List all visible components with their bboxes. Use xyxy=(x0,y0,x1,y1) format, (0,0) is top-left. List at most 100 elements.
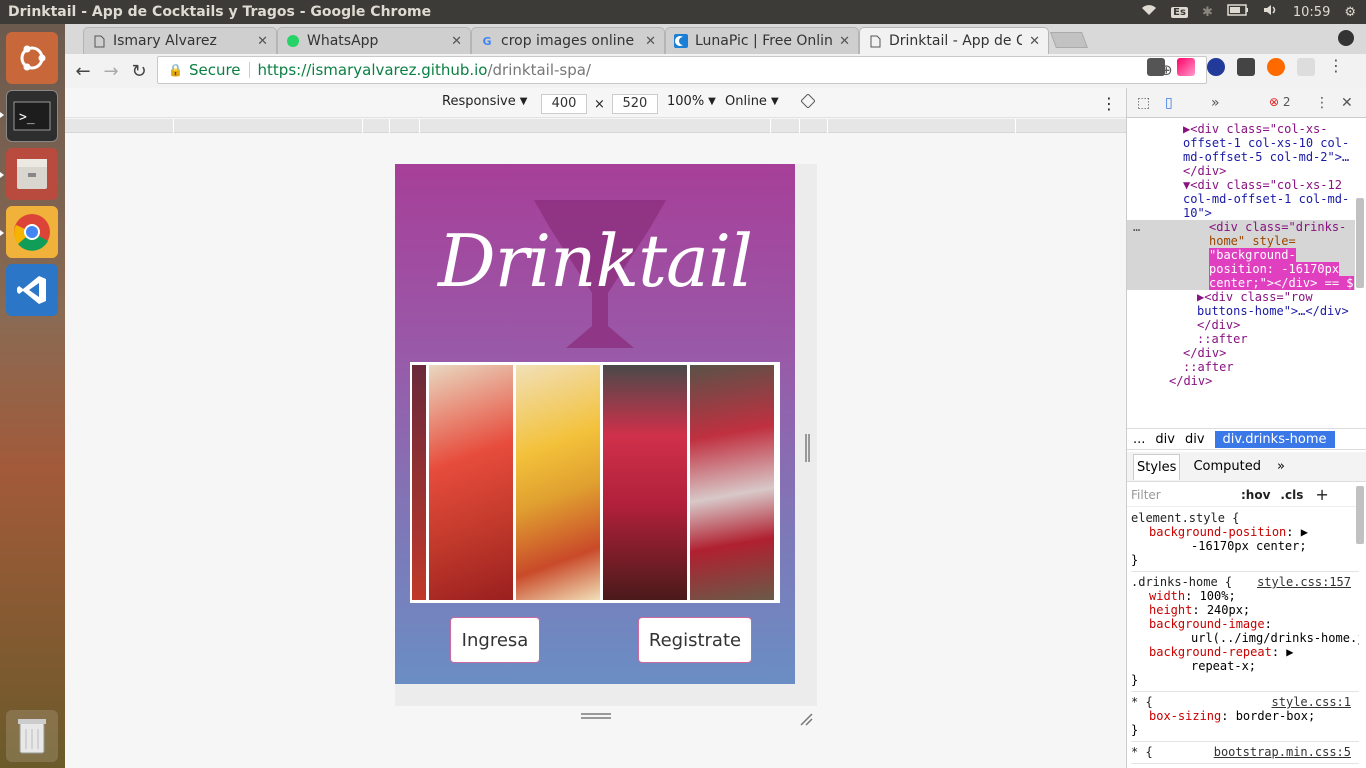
css-value[interactable]: url(../img/drinks-home.jpg); xyxy=(1131,631,1359,645)
dom-node-line[interactable]: </div> xyxy=(1127,374,1355,388)
dom-node-line[interactable]: col-md-offset-1 col-md- xyxy=(1127,192,1355,206)
keyboard-layout-indicator[interactable]: Es xyxy=(1171,6,1188,18)
filter-input[interactable]: Filter xyxy=(1131,488,1241,502)
network-select[interactable]: Online ▼ xyxy=(725,94,779,109)
close-icon[interactable]: ✕ xyxy=(451,34,462,49)
new-tab-button[interactable] xyxy=(1050,32,1088,48)
css-declaration[interactable]: background-position: ▶ xyxy=(1131,525,1359,539)
profile-icon[interactable] xyxy=(1338,30,1354,46)
css-declaration[interactable]: background-repeat: ▶ xyxy=(1131,645,1359,659)
terminal-icon[interactable]: >_ xyxy=(6,90,58,142)
tab-whatsapp[interactable]: WhatsApp ✕ xyxy=(277,27,471,54)
back-arrow-icon[interactable]: ← xyxy=(69,57,97,85)
battery-icon[interactable] xyxy=(1227,4,1249,20)
dom-node-line[interactable]: ::after xyxy=(1127,332,1355,346)
rule-source-link[interactable]: bootstrap.min.css:5 xyxy=(1214,745,1351,759)
css-rule[interactable]: element.style { background-position: ▶ -… xyxy=(1131,508,1359,572)
volume-icon[interactable] xyxy=(1263,4,1279,20)
device-select[interactable]: Responsive ▼ xyxy=(442,94,527,109)
dom-node-line[interactable]: buttons-home">…</div> xyxy=(1127,304,1355,318)
hov-toggle[interactable]: :hov xyxy=(1241,488,1270,502)
dom-node-line[interactable]: ▶<div class="row xyxy=(1127,290,1355,304)
grey-extension-icon[interactable] xyxy=(1297,58,1315,76)
dom-node-line[interactable]: </div> xyxy=(1127,318,1355,332)
height-input[interactable]: 520 xyxy=(611,94,658,114)
css-rule[interactable]: * { style.css:1 box-sizing: border-box; … xyxy=(1131,692,1359,742)
url-host[interactable]: https://ismaryalvarez.github.io xyxy=(258,61,488,79)
css-value[interactable]: -16170px center; xyxy=(1131,539,1359,553)
error-count[interactable]: ⊗ 2 xyxy=(1269,95,1291,109)
breadcrumb-item[interactable]: div xyxy=(1185,432,1205,447)
css-value[interactable]: repeat-x; xyxy=(1131,659,1359,673)
ubuntu-dash-icon[interactable] xyxy=(6,32,58,84)
zoom-select[interactable]: 100% ▼ xyxy=(667,94,716,109)
close-icon[interactable]: ✕ xyxy=(257,34,268,49)
dom-node-line[interactable]: ▼<div class="col-xs-12 xyxy=(1127,178,1355,192)
breadcrumb-item[interactable]: div xyxy=(1155,432,1175,447)
tab-crop-images[interactable]: G crop images online ✕ xyxy=(471,27,665,54)
css-declaration[interactable]: background-image: xyxy=(1131,617,1359,631)
breadcrumb-item[interactable]: ... xyxy=(1133,432,1145,447)
dom-node-line[interactable]: md-offset-5 col-md-2">… xyxy=(1127,150,1355,164)
color-extension-icon[interactable] xyxy=(1177,58,1195,76)
device-toggle-icon[interactable]: ▯ xyxy=(1165,95,1173,111)
chrome-menu-icon[interactable]: ⋮ xyxy=(1327,58,1345,76)
trash-icon[interactable] xyxy=(6,710,58,762)
selected-dom-node[interactable]: … <div class="drinks- home" style= "back… xyxy=(1127,220,1355,290)
close-icon[interactable]: ✕ xyxy=(1029,34,1040,49)
vscode-icon[interactable] xyxy=(6,264,58,316)
register-button[interactable]: Registrate xyxy=(638,617,752,663)
wifi-icon[interactable] xyxy=(1141,4,1157,20)
eyedropper-extension-icon[interactable] xyxy=(1147,58,1165,76)
elements-scrollbar[interactable] xyxy=(1356,198,1364,288)
media-query-ruler[interactable] xyxy=(65,119,1126,133)
rule-source-link[interactable]: style.css:157 xyxy=(1257,575,1351,589)
files-icon[interactable] xyxy=(6,148,58,200)
inspect-element-icon[interactable]: ⬚ xyxy=(1137,95,1150,111)
breadcrumb-item-current[interactable]: div.drinks-home xyxy=(1214,430,1335,448)
close-icon[interactable]: ✕ xyxy=(839,34,850,49)
dom-node-line[interactable]: </div> xyxy=(1127,164,1355,178)
close-icon[interactable]: ✕ xyxy=(1341,95,1353,111)
vpn-extension-icon[interactable] xyxy=(1207,58,1225,76)
lock-icon[interactable]: 🔒 xyxy=(168,63,183,77)
chrome-icon[interactable] xyxy=(6,206,58,258)
resize-handle-right[interactable] xyxy=(805,434,810,462)
dom-node-line[interactable]: offset-1 col-xs-10 col- xyxy=(1127,136,1355,150)
dom-node-line[interactable]: </div> xyxy=(1127,346,1355,360)
add-rule-icon[interactable]: + xyxy=(1315,485,1328,504)
login-button[interactable]: Ingresa xyxy=(450,617,540,663)
more-options-icon[interactable]: ⋮ xyxy=(1101,94,1117,113)
css-declaration[interactable]: height: 240px; xyxy=(1131,603,1359,617)
tab-styles[interactable]: Styles xyxy=(1133,453,1181,480)
more-panels-icon[interactable]: » xyxy=(1211,95,1220,111)
tab-drinktail[interactable]: Drinktail - App de C ✕ xyxy=(859,27,1049,54)
address-bar[interactable]: 🔒 Secure https://ismaryalvarez.github.io… xyxy=(157,56,1207,84)
tab-computed[interactable]: Computed xyxy=(1190,454,1264,479)
css-rule[interactable]: .drinks-home { style.css:157 width: 100%… xyxy=(1131,572,1359,692)
tab-lunapic[interactable]: LunaPic | Free Onlin ✕ xyxy=(665,27,859,54)
orange-extension-icon[interactable] xyxy=(1267,58,1285,76)
rule-source-link[interactable]: style.css:1 xyxy=(1272,695,1351,709)
more-tabs-icon[interactable]: » xyxy=(1274,454,1288,479)
car-extension-icon[interactable] xyxy=(1237,58,1255,76)
forward-arrow-icon[interactable]: → xyxy=(97,57,125,85)
resize-handle-corner[interactable] xyxy=(799,712,813,726)
dom-node-line[interactable]: ::after xyxy=(1127,360,1355,374)
clock[interactable]: 10:59 xyxy=(1293,5,1330,20)
css-rule[interactable]: * { bootstrap.min.css:5 xyxy=(1131,742,1359,764)
css-declaration[interactable]: width: 100%; xyxy=(1131,589,1359,603)
dom-node-line[interactable]: 10"> xyxy=(1127,206,1355,220)
rotate-icon[interactable] xyxy=(801,94,815,108)
dom-node-line[interactable]: ▶<div class="col-xs- xyxy=(1127,122,1355,136)
reload-icon[interactable]: ↻ xyxy=(125,57,153,85)
width-input[interactable]: 400 xyxy=(541,94,587,114)
bluetooth-icon[interactable]: ✱ xyxy=(1202,5,1213,20)
resize-handle-bottom[interactable] xyxy=(581,713,611,719)
secure-label[interactable]: Secure xyxy=(189,61,241,79)
css-declaration[interactable]: box-sizing: border-box; xyxy=(1131,709,1359,723)
settings-gear-icon[interactable]: ⚙ xyxy=(1344,5,1356,20)
url-path[interactable]: /drinktail-spa/ xyxy=(487,61,591,79)
cls-toggle[interactable]: .cls xyxy=(1280,488,1303,502)
close-icon[interactable]: ✕ xyxy=(645,34,656,49)
